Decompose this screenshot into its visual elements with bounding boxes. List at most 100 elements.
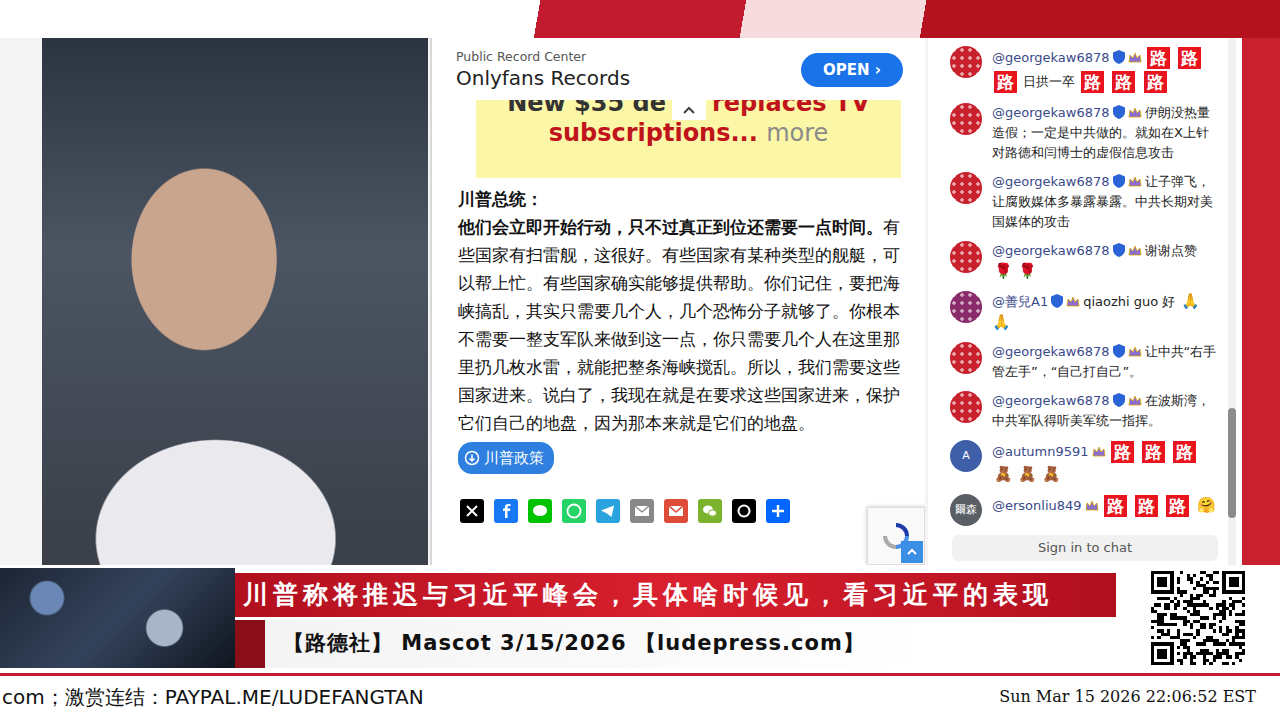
chat-panel: @georgekaw6878路 路 路 日拱一卒 路 路 路 @georgeka… — [928, 38, 1242, 565]
shield-icon — [1051, 294, 1063, 308]
lu-badge: 路 — [1147, 47, 1170, 69]
user-name[interactable]: @georgekaw6878 — [992, 243, 1110, 258]
lu-badge: 路 — [1144, 71, 1167, 93]
headline-banner: 川普称将推迟与习近平峰会，具体啥时候见，看习近平的表现 — [235, 573, 1116, 617]
promo-text: New $35 de — [507, 100, 666, 118]
share-wechat-button[interactable] — [698, 499, 722, 523]
user-name[interactable]: @georgekaw6878 — [992, 393, 1110, 408]
collapse-button[interactable] — [672, 100, 706, 120]
shield-icon — [1113, 393, 1125, 407]
crown-icon — [1128, 245, 1142, 257]
share-share-button[interactable] — [766, 499, 790, 523]
share-line-button[interactable] — [528, 499, 552, 523]
message-body: @autumn9591路 路 路 🧸 🧸 🧸 — [992, 440, 1220, 485]
user-avatar: 爾森 — [950, 494, 982, 526]
crown-icon — [1128, 52, 1142, 64]
ad-title[interactable]: Onlyfans Records — [456, 65, 630, 91]
circle-arrow-icon — [464, 450, 480, 466]
qr-code[interactable] — [1116, 568, 1280, 668]
telegram-icon — [596, 499, 620, 523]
shield-icon — [1113, 50, 1125, 64]
more-link[interactable]: more — [766, 119, 828, 147]
message-body: @georgekaw6878路 路 路 日拱一卒 路 路 路 — [992, 46, 1220, 94]
share-whatsapp-button[interactable] — [562, 499, 586, 523]
open-button[interactable]: OPEN › — [801, 53, 903, 88]
promo-text: replaces TV — [712, 100, 870, 118]
chevron-up-icon — [682, 105, 696, 115]
shield-icon — [1113, 174, 1125, 188]
message-body: @georgekaw6878伊朗没热量造假；一定是中共做的。就如在X上针对路德和… — [992, 103, 1220, 163]
share-bar — [432, 475, 925, 523]
x-icon — [460, 499, 484, 523]
sign-in-button[interactable]: Sign in to chat — [952, 535, 1218, 561]
user-avatar: A — [950, 440, 982, 472]
share-x-button[interactable] — [460, 499, 484, 523]
message-body: @georgekaw6878让子弹飞，让腐败媒体多暴露暴露。中共长期对美国媒体的… — [992, 172, 1220, 232]
lu-badge: 路 — [1166, 495, 1189, 517]
lu-badge: 路 — [1135, 495, 1158, 517]
user-name[interactable]: @georgekaw6878 — [992, 174, 1110, 189]
share-email-button[interactable] — [630, 499, 654, 523]
user-name[interactable]: @georgekaw6878 — [992, 344, 1110, 359]
share-facebook-button[interactable] — [494, 499, 518, 523]
studio-thumbnail — [0, 568, 235, 668]
user-avatar — [950, 172, 982, 204]
article-panel: Public Record CenterOnlyfans Records OPEN… — [430, 38, 925, 565]
promo-text: subscriptions... — [549, 119, 758, 147]
crown-icon — [1066, 296, 1080, 308]
lu-badge: 路 — [1104, 495, 1127, 517]
ticker-row: 川普称将推迟与习近平峰会，具体啥时候见，看习近平的表现【路德社】 Mascot … — [0, 568, 1280, 673]
lu-badge: 路 — [1112, 71, 1135, 93]
shield-icon — [1113, 344, 1125, 358]
emoji: 🧸 🧸 🧸 — [994, 465, 1061, 483]
share-gmail-button[interactable] — [664, 499, 688, 523]
threads-icon — [732, 499, 756, 523]
main-row: Public Record CenterOnlyfans Records OPEN… — [0, 0, 1280, 565]
user-name[interactable]: @georgekaw6878 — [992, 50, 1110, 65]
lu-badge: 路 — [1081, 71, 1104, 93]
source-line: 【路德社】 Mascot 3/15/2026 【ludepress.com】 — [235, 620, 1116, 668]
gmail-icon — [664, 499, 688, 523]
share-threads-button[interactable] — [732, 499, 756, 523]
tag-button[interactable]: 川普政策 — [458, 442, 554, 474]
emoji: 🤗 — [1197, 496, 1216, 514]
message-body: @ersonliu849 路 路 路 🤗 — [992, 494, 1218, 526]
share-telegram-button[interactable] — [596, 499, 620, 523]
user-name[interactable]: @ersonliu849 — [992, 498, 1082, 513]
user-avatar — [950, 391, 982, 423]
chat-message: @georgekaw6878在波斯湾，中共军队得听美军统一指挥。 — [928, 387, 1226, 436]
promo-box[interactable]: New $35 de replaces TVsubscriptions... mo… — [476, 100, 901, 178]
share-icon — [766, 499, 790, 523]
whatsapp-icon — [562, 499, 586, 523]
line-icon — [528, 499, 552, 523]
emoji: 🌹 🌹 — [994, 262, 1037, 280]
user-name[interactable]: @georgekaw6878 — [992, 105, 1110, 120]
stream-frame: Public Record CenterOnlyfans Records OPEN… — [0, 0, 1280, 720]
speaker-label: 川普总统： — [458, 186, 901, 214]
ad-text: Public Record CenterOnlyfans Records — [456, 49, 630, 91]
user-name[interactable]: @善兒A1 — [992, 294, 1048, 309]
ad-source: Public Record Center — [456, 49, 630, 65]
user-name[interactable]: @autumn9591 — [992, 444, 1089, 459]
message-body: @georgekaw6878让中共“右手管左手”，“自己打自己”。 — [992, 342, 1220, 382]
donation-link[interactable]: com；激赏连结：PAYPAL.ME/LUDEFANGTAN — [2, 682, 424, 720]
crown-icon — [1128, 107, 1142, 119]
chat-message: @georgekaw6878谢谢点赞 🌹 🌹 — [928, 237, 1226, 287]
crown-icon — [1085, 500, 1099, 512]
chat-message: @善兒A1qiaozhi guo 好 🙏🙏 — [928, 287, 1226, 338]
shield-icon — [1113, 243, 1125, 257]
lu-badge: 路 — [1142, 441, 1165, 463]
crown-icon — [1128, 346, 1142, 358]
ad-banner[interactable]: Public Record CenterOnlyfans Records OPEN… — [432, 38, 925, 100]
scroll-top-button[interactable] — [901, 541, 923, 563]
message-body: @georgekaw6878谢谢点赞 🌹 🌹 — [992, 241, 1220, 282]
chat-message: @georgekaw6878路 路 路 日拱一卒 路 路 路 — [928, 42, 1226, 99]
crown-icon — [1092, 446, 1106, 458]
user-avatar — [950, 103, 982, 135]
article-text: 川普总统：他们会立即开始行动，只不过真正到位还需要一点时间。有些国家有扫雷舰，这… — [432, 178, 925, 475]
ticker: 川普称将推迟与习近平峰会，具体啥时候见，看习近平的表现【路德社】 Mascot … — [235, 568, 1116, 673]
host-video — [42, 38, 428, 565]
chat-message: A@autumn9591路 路 路 🧸 🧸 🧸 — [928, 436, 1226, 490]
chat-scroll-thumb[interactable] — [1228, 408, 1236, 518]
clock: Sun Mar 15 2026 22:06:52 EST — [999, 682, 1256, 720]
